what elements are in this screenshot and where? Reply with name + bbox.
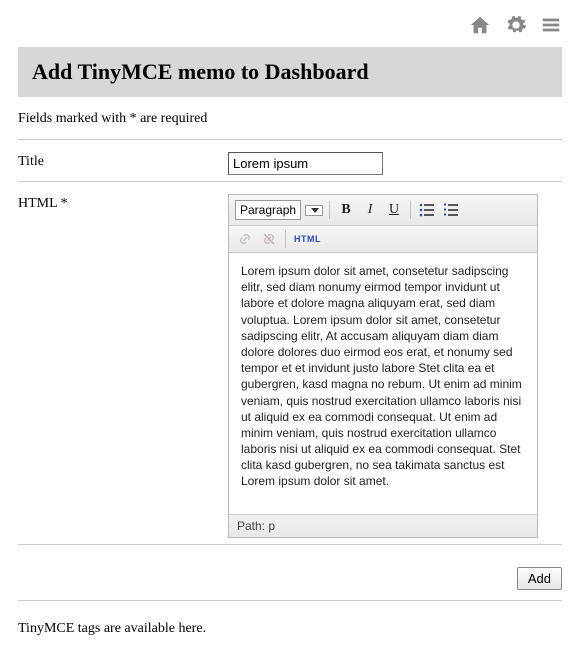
path-label: Path: xyxy=(237,519,265,533)
page-title-bar: Add TinyMCE memo to Dashboard xyxy=(18,47,562,97)
divider xyxy=(18,139,562,140)
html-row: HTML * Paragraph B I U xyxy=(18,194,562,538)
menu-icon[interactable] xyxy=(540,14,562,41)
italic-button[interactable]: I xyxy=(360,201,380,219)
toolbar-divider xyxy=(329,201,330,219)
link-button xyxy=(235,230,255,248)
divider xyxy=(18,181,562,182)
path-value[interactable]: p xyxy=(268,519,275,533)
format-select-value: Paragraph xyxy=(240,203,296,217)
divider xyxy=(18,600,562,601)
gear-icon[interactable] xyxy=(505,14,527,41)
editor-toolbar-row2: HTML xyxy=(229,226,537,253)
add-button[interactable]: Add xyxy=(517,567,562,590)
numbered-list-button[interactable] xyxy=(441,201,461,219)
toolbar-divider xyxy=(410,201,411,219)
format-select-caret[interactable] xyxy=(305,205,323,216)
top-icon-bar xyxy=(18,10,562,47)
title-label: Title xyxy=(18,152,228,170)
editor-content[interactable]: Lorem ipsum dolor sit amet, consetetur s… xyxy=(229,253,537,514)
chevron-down-icon xyxy=(311,208,319,213)
title-input[interactable] xyxy=(228,152,383,175)
tags-note[interactable]: TinyMCE tags are available here. xyxy=(18,613,562,637)
format-select[interactable]: Paragraph xyxy=(235,200,301,220)
required-hint: Fields marked with * are required xyxy=(18,97,562,135)
bullet-list-button[interactable] xyxy=(417,201,437,219)
unlink-button xyxy=(259,230,279,248)
html-label: HTML * xyxy=(18,194,228,212)
editor-path-bar: Path: p xyxy=(229,514,537,537)
title-row: Title xyxy=(18,152,562,175)
home-icon[interactable] xyxy=(469,14,491,41)
form-actions: Add xyxy=(18,557,562,596)
rich-text-editor: Paragraph B I U xyxy=(228,194,538,538)
editor-toolbar-row1: Paragraph B I U xyxy=(229,195,537,226)
page-title: Add TinyMCE memo to Dashboard xyxy=(32,59,548,85)
html-source-button[interactable]: HTML xyxy=(292,230,323,248)
underline-button[interactable]: U xyxy=(384,201,404,219)
bold-button[interactable]: B xyxy=(336,201,356,219)
divider xyxy=(18,544,562,545)
toolbar-divider xyxy=(285,230,286,248)
